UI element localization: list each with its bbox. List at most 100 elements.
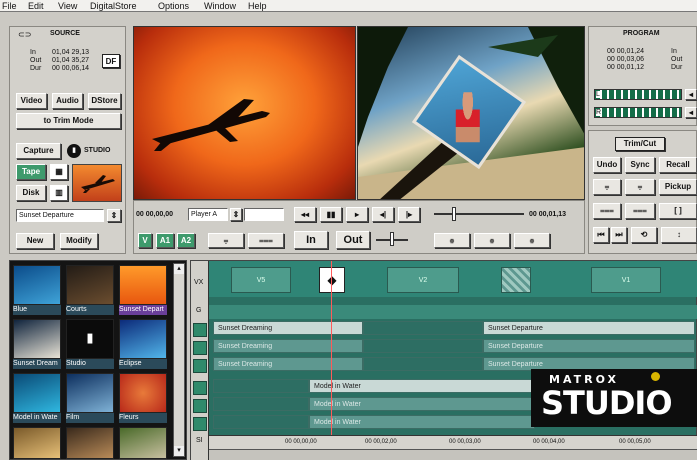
audio-sunset-departure-a[interactable]: Sunset Departure xyxy=(483,339,695,353)
menu-help[interactable]: Help xyxy=(248,1,267,11)
trim-cut-button[interactable]: Trim/Cut xyxy=(615,137,665,151)
audio2-lead-b[interactable] xyxy=(213,415,309,429)
mark-in-button[interactable]: In xyxy=(294,231,328,249)
trim-mode-1-icon[interactable]: ⩷ xyxy=(434,233,470,248)
clip-sunset-dreaming[interactable]: Sunset Dreaming xyxy=(213,321,363,335)
meter-left-toggle[interactable]: ◂ xyxy=(685,89,697,100)
capture-button[interactable]: Capture xyxy=(16,143,61,159)
player-select[interactable]: Player A xyxy=(188,208,228,221)
mark-out-button[interactable]: Out xyxy=(336,231,370,249)
go-end-icon[interactable]: ⏭ xyxy=(611,227,627,243)
audio-sunset-dreaming-a[interactable]: Sunset Dreaming xyxy=(213,339,363,353)
audio-model-in-water-b[interactable]: Model in Water xyxy=(309,415,535,429)
program-extra-icon[interactable]: ↕ xyxy=(661,227,697,243)
audio-model-in-water-a[interactable]: Model in Water xyxy=(309,397,535,411)
drop-frame-button[interactable]: DF xyxy=(102,54,120,68)
bin-thumb-eclipse[interactable]: Eclipse xyxy=(119,319,167,369)
menu-file[interactable]: File xyxy=(2,1,17,11)
timeline-scrollbar[interactable] xyxy=(209,449,697,460)
transition-v2[interactable]: V2 xyxy=(387,267,459,293)
track-video1-icon[interactable] xyxy=(193,323,207,337)
bin-thumb-courts[interactable]: Courts xyxy=(66,265,114,315)
disk-drive-icon[interactable]: ▥ xyxy=(50,185,68,201)
step-forward-icon[interactable]: |▸ xyxy=(398,207,420,222)
overwrite-edit-icon[interactable]: ⩶ xyxy=(625,203,655,219)
player-dropdown[interactable]: ⇕ xyxy=(230,208,242,221)
play-icon[interactable]: ▸ xyxy=(346,207,368,222)
track-audio1a-icon[interactable] xyxy=(193,341,207,355)
sync-button[interactable]: Sync xyxy=(625,157,655,173)
disk-button[interactable]: Disk xyxy=(16,185,46,201)
audio2-track-toggle[interactable]: A2 xyxy=(177,233,195,248)
dstore-button[interactable]: DStore xyxy=(88,93,121,109)
pickup-button[interactable]: Pickup xyxy=(659,179,697,195)
bin-thumb-fleurs[interactable]: Fleurs xyxy=(119,373,167,423)
track-video2-icon[interactable] xyxy=(193,381,207,395)
bin-thumb-row4-3[interactable] xyxy=(119,427,167,460)
undo-button[interactable]: Undo xyxy=(593,157,621,173)
bin-thumb-blue[interactable]: Blue xyxy=(13,265,61,315)
video-button[interactable]: Video xyxy=(16,93,47,109)
overwrite-mode-icon[interactable]: ⩶ xyxy=(248,233,284,248)
transition-v5[interactable]: V5 xyxy=(231,267,291,293)
audio-gap-b[interactable] xyxy=(363,357,483,371)
audio-sunset-dreaming-b[interactable]: Sunset Dreaming xyxy=(213,357,363,371)
tape-deck-icon[interactable]: ▦ xyxy=(50,164,68,180)
tape-button[interactable]: Tape xyxy=(16,164,46,180)
extract-edit-icon[interactable]: [ ] xyxy=(659,203,697,219)
player-channel-field[interactable] xyxy=(244,208,284,221)
bin-thumb-row4-2[interactable] xyxy=(66,427,114,460)
loop-icon[interactable]: ⟲ xyxy=(631,227,657,243)
jog-slider-handle[interactable] xyxy=(452,207,456,221)
pause-icon[interactable]: ▮▮ xyxy=(320,207,342,222)
bin-thumb-sunset-departure[interactable]: Sunset Depart xyxy=(119,265,167,315)
trim-mode-button[interactable]: to Trim Mode xyxy=(16,113,121,129)
recall-button[interactable]: Recall xyxy=(659,157,697,173)
menu-view[interactable]: View xyxy=(58,1,77,11)
jog-slider-track[interactable] xyxy=(434,213,524,215)
menu-digitalstore[interactable]: DigitalStore xyxy=(90,1,137,11)
audio-button[interactable]: Audio xyxy=(52,93,83,109)
transition-keyframe[interactable]: ◆ xyxy=(319,267,345,293)
edit-mode-1-icon[interactable]: ⩦ xyxy=(593,179,621,195)
clip-sunset-departure[interactable]: Sunset Departure xyxy=(483,321,695,335)
video-track-toggle[interactable]: V xyxy=(138,233,152,248)
playhead[interactable] xyxy=(331,261,332,435)
bin-thumb-sunset-dream[interactable]: Sunset Dream xyxy=(13,319,61,369)
menu-edit[interactable]: Edit xyxy=(28,1,44,11)
source-clip-select[interactable]: Sunset Departure xyxy=(16,209,104,222)
bin-thumb-film[interactable]: Film xyxy=(66,373,114,423)
bin-thumb-row4-1[interactable] xyxy=(13,427,61,460)
timeline-ruler[interactable]: 00 00,00,00 00 00,02,00 00 00,03,00 00 0… xyxy=(209,435,697,449)
bin-scroll-up-icon[interactable]: ▴ xyxy=(174,264,184,274)
bin-thumb-model-in-water[interactable]: Model in Wate xyxy=(13,373,61,423)
edit-mode-2-icon[interactable]: ⩦ xyxy=(625,179,655,195)
transition-pattern[interactable] xyxy=(501,267,531,293)
meter-right-toggle[interactable]: ◂ xyxy=(685,107,697,118)
bin-thumb-studio[interactable]: ▮ Studio xyxy=(66,319,114,369)
new-button[interactable]: New xyxy=(16,233,54,249)
audio-gap-a[interactable] xyxy=(363,339,483,353)
menu-options[interactable]: Options xyxy=(158,1,189,11)
bin-scroll-down-icon[interactable]: ▾ xyxy=(174,446,184,456)
insert-edit-icon[interactable]: ⩶ xyxy=(593,203,621,219)
audio1-track-toggle[interactable]: A1 xyxy=(156,233,174,248)
transition-v1[interactable]: V1 xyxy=(591,267,661,293)
insert-mode-icon[interactable]: ⩦ xyxy=(208,233,244,248)
track-audio2a-icon[interactable] xyxy=(193,399,207,413)
shuttle-slider-handle[interactable] xyxy=(390,232,394,246)
track-audio1b-icon[interactable] xyxy=(193,359,207,373)
clip-model-in-water[interactable]: Model in Water xyxy=(309,379,535,393)
trim-mode-2-icon[interactable]: ⩷ xyxy=(474,233,510,248)
track-audio2b-icon[interactable] xyxy=(193,417,207,431)
clip-transition-gap-1[interactable] xyxy=(363,321,483,335)
source-viewer[interactable] xyxy=(133,26,356,200)
program-viewer[interactable] xyxy=(357,26,585,200)
clip-track2-lead[interactable] xyxy=(213,379,309,393)
source-clip-dropdown[interactable]: ⇕ xyxy=(107,209,121,222)
bin-scrollbar[interactable]: ▴ ▾ xyxy=(173,263,185,457)
menu-window[interactable]: Window xyxy=(204,1,236,11)
modify-button[interactable]: Modify xyxy=(60,233,98,249)
go-start-icon[interactable]: ⏮ xyxy=(593,227,609,243)
audio2-lead-a[interactable] xyxy=(213,397,309,411)
